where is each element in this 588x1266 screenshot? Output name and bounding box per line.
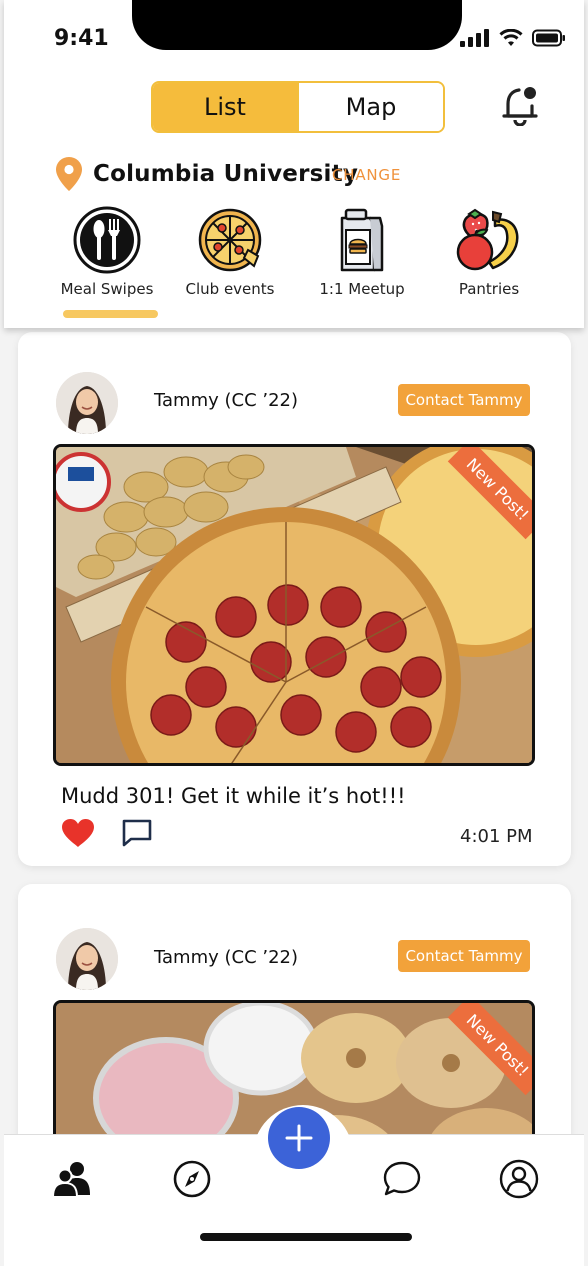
view-toggle: List Map: [151, 81, 445, 133]
status-icons: [460, 28, 566, 48]
category-label: Meal Swipes: [60, 280, 154, 298]
add-post-button[interactable]: [268, 1107, 330, 1169]
status-time: 9:41: [54, 26, 109, 51]
bottom-nav: [4, 1105, 584, 1266]
avatar-photo: [56, 372, 118, 434]
comment-icon[interactable]: [121, 818, 153, 848]
lunch-bag-icon: [340, 208, 384, 272]
category-meal-swipes[interactable]: Meal Swipes: [52, 206, 162, 298]
chat-icon[interactable]: [382, 1159, 422, 1199]
profile-icon[interactable]: [499, 1159, 539, 1199]
contact-button[interactable]: Contact Tammy: [398, 940, 530, 972]
location-row: Columbia University CHANGE: [56, 156, 400, 192]
pizza-photo: [56, 447, 532, 763]
post-caption: Mudd 301! Get it while it’s hot!!!: [61, 784, 406, 808]
post-card: Tammy (CC ’22) Contact Tammy New Post! M…: [18, 332, 571, 866]
avatar[interactable]: [56, 372, 118, 434]
phone-screen: 9:41 List Map Columbia University CHANGE…: [0, 0, 588, 1266]
change-location-button[interactable]: CHANGE: [332, 166, 401, 184]
avatar[interactable]: [56, 928, 118, 990]
home-indicator: [200, 1233, 412, 1241]
map-tab[interactable]: Map: [297, 83, 443, 131]
contact-button[interactable]: Contact Tammy: [398, 384, 530, 416]
add-icon: [285, 1124, 313, 1152]
community-icon[interactable]: [52, 1159, 92, 1199]
heart-icon[interactable]: [61, 818, 95, 848]
category-label: Club events: [185, 280, 275, 298]
notification-bell-icon[interactable]: [500, 84, 540, 126]
avatar-photo: [56, 928, 118, 990]
wifi-icon: [499, 29, 523, 46]
top-header: 9:41 List Map Columbia University CHANGE…: [4, 0, 584, 328]
utensils-icon: [73, 206, 141, 274]
signal-icon: [460, 29, 489, 47]
post-author: Tammy (CC ’22): [154, 947, 299, 968]
post-photo[interactable]: New Post!: [53, 444, 535, 766]
category-meetup[interactable]: 1:1 Meetup: [307, 206, 417, 298]
battery-icon: [532, 29, 565, 47]
list-tab[interactable]: List: [153, 83, 297, 131]
fruit-icon: [456, 208, 519, 271]
location-pin-icon: [56, 157, 82, 191]
category-label: 1:1 Meetup: [319, 280, 405, 298]
university-name: Columbia University: [93, 161, 359, 187]
post-author: Tammy (CC ’22): [154, 390, 299, 411]
selected-category-indicator: [63, 310, 158, 318]
category-pantries[interactable]: Pantries: [434, 206, 544, 298]
category-label: Pantries: [458, 280, 520, 298]
device-notch: [132, 0, 462, 50]
pizza-icon: [198, 208, 262, 272]
compass-icon[interactable]: [172, 1159, 212, 1199]
post-time: 4:01 PM: [460, 826, 533, 847]
category-club-events[interactable]: Club events: [175, 206, 285, 298]
